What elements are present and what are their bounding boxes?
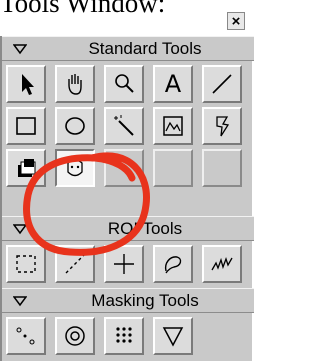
roi-tools-header[interactable]: ROI Tools [2, 216, 254, 241]
empty-tool-slot [153, 149, 193, 187]
dot-grid-mask-icon[interactable] [104, 317, 144, 355]
window-title: Tools Window: [0, 0, 166, 18]
triangle-mask-icon[interactable] [153, 317, 193, 355]
crosshair-icon[interactable] [104, 245, 144, 283]
freehand-icon[interactable] [202, 245, 242, 283]
lasso-icon[interactable] [153, 245, 193, 283]
dashed-line-icon[interactable] [55, 245, 95, 283]
dashed-rectangle-icon[interactable] [6, 245, 46, 283]
text-tool-icon[interactable]: A [153, 65, 193, 103]
text-tool-glyph: A [164, 70, 182, 98]
ring-mask-icon[interactable] [55, 317, 95, 355]
wand-pen-icon[interactable] [202, 107, 242, 145]
tools-panel: Standard Tools A ROI Tools Masking Tools [0, 36, 254, 361]
frame-image-icon[interactable] [153, 107, 193, 145]
masking-tools-header[interactable]: Masking Tools [2, 288, 254, 313]
empty-tool-slot [104, 149, 144, 187]
arrow-pointer-icon[interactable] [6, 65, 46, 103]
masking-tools-label: Masking Tools [91, 291, 199, 310]
close-icon[interactable]: × [227, 12, 245, 30]
oval-tool-icon[interactable] [55, 107, 95, 145]
stack-tool-icon[interactable] [6, 149, 46, 187]
roi-tools-label: ROI Tools [107, 219, 183, 238]
line-tool-icon[interactable] [202, 65, 242, 103]
hand-pan-icon[interactable] [55, 65, 95, 103]
standard-tools-header[interactable]: Standard Tools [2, 36, 254, 61]
magnifier-icon[interactable] [104, 65, 144, 103]
empty-tool-slot [202, 149, 242, 187]
standard-tools-label: Standard Tools [88, 39, 202, 58]
rectangle-tool-icon[interactable] [6, 107, 46, 145]
magic-wand-icon[interactable] [104, 107, 144, 145]
point-mask-icon[interactable] [6, 317, 46, 355]
face-tool-icon[interactable] [55, 149, 95, 187]
